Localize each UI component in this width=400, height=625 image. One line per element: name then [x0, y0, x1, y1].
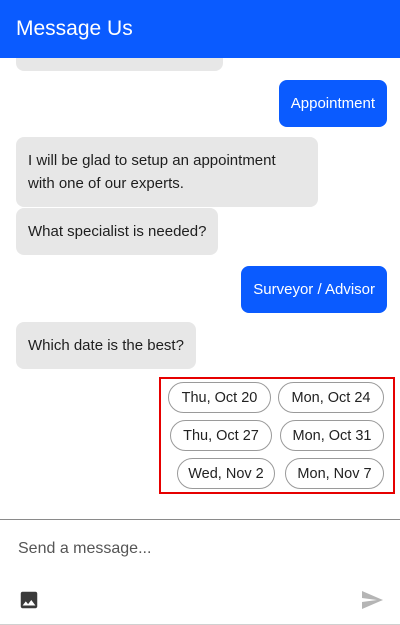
chat-window: Message Us Appointment I will be glad to…	[0, 0, 400, 625]
user-message: Appointment	[278, 80, 387, 127]
bot-message-previous	[16, 58, 223, 71]
bot-message-text: What specialist is needed?	[28, 223, 207, 240]
header-title: Message Us	[16, 17, 133, 40]
image-upload-button[interactable]	[18, 589, 40, 611]
message-list[interactable]: Appointment I will be glad to setup an a…	[0, 58, 400, 520]
user-message: Surveyor / Advisor	[241, 266, 387, 313]
date-option-chip[interactable]: Wed, Nov 2	[177, 458, 275, 489]
message-composer	[0, 519, 400, 625]
date-option-chip[interactable]: Mon, Oct 31	[280, 420, 384, 451]
send-button[interactable]	[358, 588, 386, 612]
date-options-highlight: Thu, Oct 20 Mon, Oct 24 Thu, Oct 27 Mon,…	[159, 377, 395, 494]
user-message-text: Appointment	[290, 95, 375, 112]
user-message-text: Surveyor / Advisor	[253, 281, 375, 298]
chat-header: Message Us	[0, 0, 400, 58]
date-option-chip[interactable]: Thu, Oct 20	[168, 382, 271, 413]
date-option-chip[interactable]: Mon, Nov 7	[285, 458, 384, 489]
image-icon	[20, 591, 38, 609]
bot-message-text: Which date is the best?	[28, 337, 184, 354]
send-icon	[362, 591, 383, 609]
date-option-chip[interactable]: Thu, Oct 27	[170, 420, 272, 451]
bot-message: I will be glad to setup an appointment w…	[16, 137, 318, 207]
date-option-chip[interactable]: Mon, Oct 24	[278, 382, 384, 413]
bot-message: Which date is the best?	[16, 322, 196, 369]
message-input[interactable]	[18, 538, 348, 560]
bot-message: What specialist is needed?	[16, 208, 219, 255]
bot-message-line-2: with one of our experts.	[28, 175, 184, 192]
bot-message-line-1: I will be glad to setup an appointment	[28, 152, 276, 169]
